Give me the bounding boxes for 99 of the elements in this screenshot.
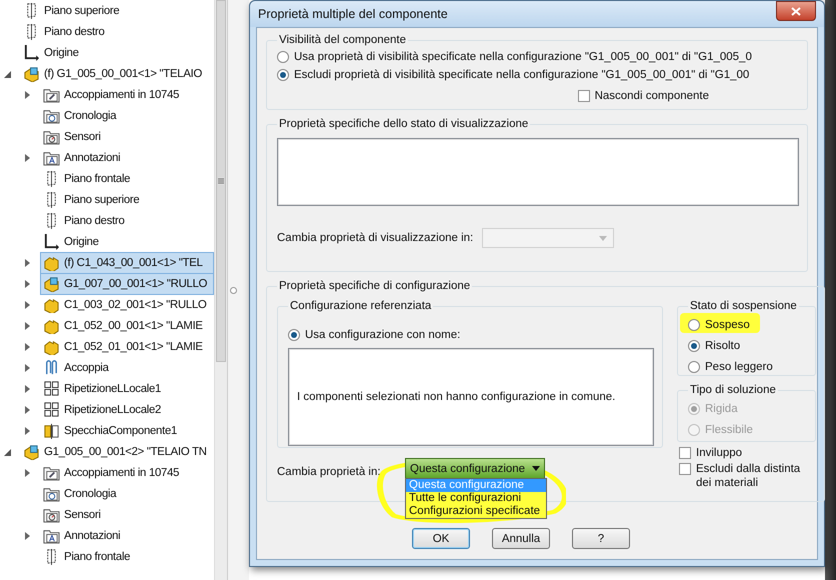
tree-item[interactable]: Cronologia	[40, 104, 214, 126]
assembly-icon	[43, 275, 60, 292]
group-title: Proprietà specifiche di configurazione	[278, 280, 472, 292]
radio-button[interactable]	[277, 69, 289, 81]
dropdown[interactable]: Questa configurazione	[405, 458, 545, 479]
tree-item[interactable]: Piano frontale	[40, 168, 214, 190]
expand-arrow-icon[interactable]	[22, 258, 32, 268]
field-label: Cambia proprietà in:	[277, 465, 382, 478]
tree-item[interactable]: Cronologia	[40, 482, 214, 504]
tree-item[interactable]: Piano superiore	[20, 0, 214, 22]
caret-icon	[532, 466, 540, 471]
expand-arrow-icon[interactable]	[22, 362, 32, 372]
expand-arrow-icon[interactable]	[22, 152, 32, 162]
field-label: Cambia proprietà di visualizzazione in:	[277, 232, 474, 244]
expand-arrow-icon[interactable]	[22, 426, 32, 436]
checkbox-label: Escludi dalla distinta dei materiali	[696, 462, 802, 490]
checkbox[interactable]	[679, 463, 691, 475]
group-title: Proprietà specifiche dello stato di visualizzazione	[278, 118, 530, 130]
tree-item[interactable]: RipetizioneLLocale1	[40, 378, 214, 400]
expand-arrow-icon[interactable]	[22, 320, 32, 330]
tree-item[interactable]: (f) C1_043_00_001<1> "TEL	[40, 252, 214, 274]
axes-icon	[23, 44, 40, 61]
tree-item[interactable]: Sensori	[40, 504, 214, 526]
caret-icon	[599, 236, 607, 240]
list-box[interactable]: I componenti selezionati non hanno configurazione in comune.	[288, 348, 654, 446]
pattern-icon	[43, 380, 60, 397]
radio-button[interactable]	[688, 340, 700, 352]
checkbox-label: Nascondi componente	[594, 90, 709, 102]
part-icon	[43, 317, 60, 334]
option-label: Flessibile	[705, 424, 753, 436]
radio-button[interactable]	[277, 51, 289, 63]
tree-item[interactable]: Accoppia	[40, 356, 214, 378]
part-icon	[43, 338, 60, 355]
assembly-icon	[23, 443, 40, 460]
part-icon	[43, 254, 60, 271]
tree-item[interactable]: C1_052_00_001<1> "LAMIE	[40, 314, 214, 336]
tree-item[interactable]: Origine	[40, 230, 214, 252]
tree-item[interactable]: G1_007_00_001<1> "RULLO	[40, 272, 214, 294]
group-title: Stato di sospensione	[689, 300, 798, 312]
radio-button[interactable]	[288, 329, 300, 341]
tree-item[interactable]: Piano superiore	[40, 188, 214, 210]
scrollbar[interactable]	[214, 0, 227, 580]
checkbox-label: Inviluppo	[696, 446, 744, 460]
dialog-button[interactable]: OK	[412, 528, 470, 549]
expand-arrow-icon[interactable]	[22, 342, 32, 352]
expand-arrow-icon[interactable]	[2, 68, 12, 78]
group-title: Tipo di soluzione	[689, 384, 777, 396]
dialog-button[interactable]: ?	[572, 528, 630, 549]
option-label: Peso leggero	[705, 360, 773, 372]
paperclip-icon	[43, 359, 60, 376]
expand-arrow-icon[interactable]	[2, 446, 12, 456]
close-icon	[791, 6, 801, 16]
tree-item[interactable]: Accoppiamenti in 10745	[40, 462, 214, 484]
window-title: Proprietà multiple del componente	[258, 7, 448, 21]
group-title: Visibilità del componente	[278, 34, 408, 46]
group-title: Configurazione referenziata	[289, 300, 432, 312]
expand-arrow-icon[interactable]	[22, 530, 32, 540]
tree-item[interactable]: SpecchiaComponente1	[40, 420, 214, 442]
expand-arrow-icon[interactable]	[22, 404, 32, 414]
tree-item[interactable]: Piano destro	[20, 20, 214, 42]
option-label: Rigida	[705, 402, 738, 414]
list-box[interactable]	[277, 138, 799, 206]
pattern-icon	[43, 401, 60, 418]
option-label: Escludi proprietà di visibilità specificate nella configurazione "G1_005_00_001" di "G1_00	[294, 69, 750, 81]
tree-item[interactable]: Annotazioni	[40, 524, 214, 546]
tree-item[interactable]: Origine	[20, 42, 214, 64]
tree-item[interactable]: G1_005_00_001<2> "TELAIO TN	[20, 440, 214, 462]
dropdown-option[interactable]: Tutte le configurazioni	[406, 492, 546, 505]
part-icon	[43, 296, 60, 313]
dialog-button[interactable]: Annulla	[492, 528, 550, 549]
list-message: I componenti selezionati non hanno configurazione in comune.	[296, 391, 616, 403]
expand-arrow-icon[interactable]	[22, 90, 32, 100]
option-label: Sospeso	[705, 318, 750, 330]
axes-icon	[43, 233, 60, 250]
dropdown-option[interactable]: Configurazioni specificate	[406, 505, 546, 518]
tree-item[interactable]: Accoppiamenti in 10745	[40, 84, 214, 106]
assembly-icon	[23, 65, 40, 82]
expand-arrow-icon[interactable]	[22, 468, 32, 478]
tree-item[interactable]: Piano frontale	[40, 546, 214, 568]
tree-item[interactable]: C1_003_02_001<1> "RULLO	[40, 294, 214, 316]
option-label: Usa configurazione con nome:	[305, 329, 460, 341]
expand-arrow-icon[interactable]	[22, 278, 32, 288]
expand-arrow-icon[interactable]	[22, 384, 32, 394]
mirror-icon	[43, 422, 60, 439]
tree-item[interactable]: Annotazioni	[40, 146, 214, 168]
tree-item[interactable]: RipetizioneLLocale2	[40, 398, 214, 420]
radio-button[interactable]	[688, 360, 700, 372]
tree-item[interactable]: Sensori	[40, 126, 214, 148]
checkbox[interactable]	[578, 90, 590, 102]
grip-icon	[230, 286, 237, 294]
option-label: Usa proprietà di visibilità specificate nella configurazione "G1_005_00_001" di "G1_005_0	[294, 51, 752, 63]
option-label: Risolto	[705, 340, 740, 352]
expand-arrow-icon[interactable]	[22, 300, 32, 310]
tree-item[interactable]: C1_052_01_001<1> "LAMIE	[40, 336, 214, 358]
tree-item[interactable]: Piano destro	[40, 210, 214, 232]
close-button[interactable]	[776, 1, 816, 21]
tree-item[interactable]: (f) G1_005_00_001<1> "TELAIO	[20, 62, 214, 84]
scrollbar-thumb[interactable]	[216, 0, 226, 362]
checkbox[interactable]	[679, 447, 691, 459]
